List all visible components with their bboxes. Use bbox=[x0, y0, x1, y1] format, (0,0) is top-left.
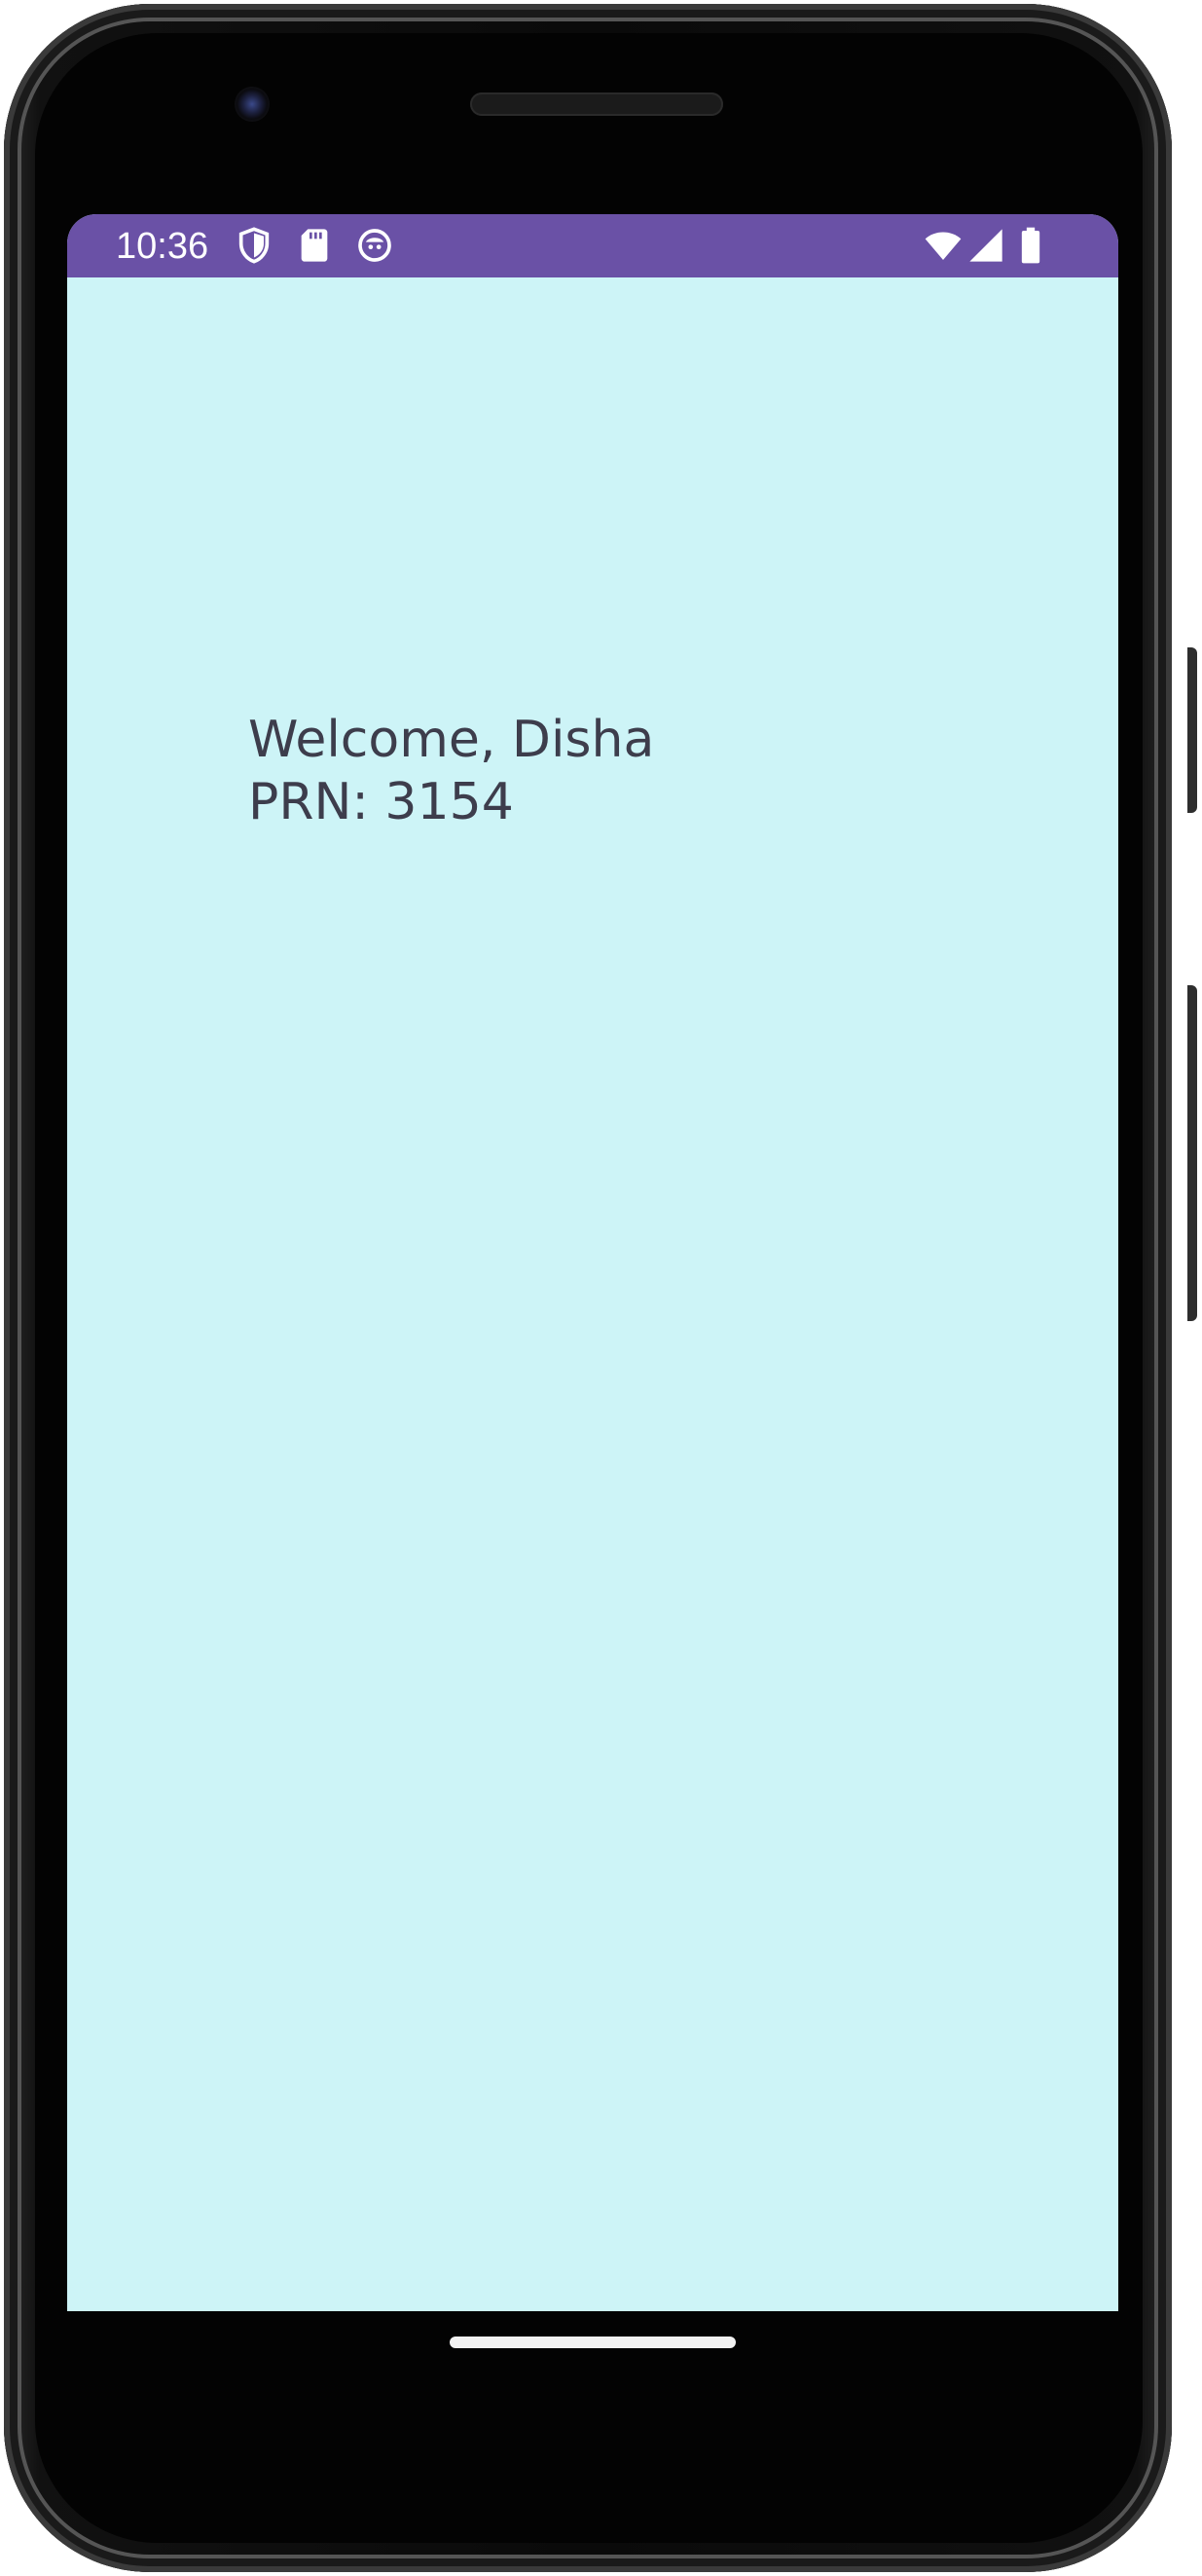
welcome-block: Welcome, Disha PRN: 3154 bbox=[248, 709, 654, 833]
face-icon bbox=[355, 226, 394, 265]
wifi-icon bbox=[924, 226, 963, 265]
signal-icon bbox=[966, 226, 1005, 265]
front-camera bbox=[235, 87, 270, 122]
status-bar: 10:36 bbox=[67, 214, 1118, 277]
status-time: 10:36 bbox=[116, 226, 209, 267]
home-gesture-bar[interactable] bbox=[450, 2337, 736, 2348]
shield-icon bbox=[235, 226, 273, 265]
earpiece-speaker bbox=[470, 92, 723, 116]
app-screen: 10:36 Welcome, Disha PRN: 3154 bbox=[67, 214, 1118, 2311]
power-button bbox=[1187, 647, 1197, 813]
sd-card-icon bbox=[295, 226, 334, 265]
battery-icon bbox=[1011, 226, 1050, 265]
prn-text: PRN: 3154 bbox=[248, 773, 514, 831]
volume-button bbox=[1187, 985, 1197, 1321]
welcome-text: Welcome, Disha bbox=[248, 711, 655, 769]
